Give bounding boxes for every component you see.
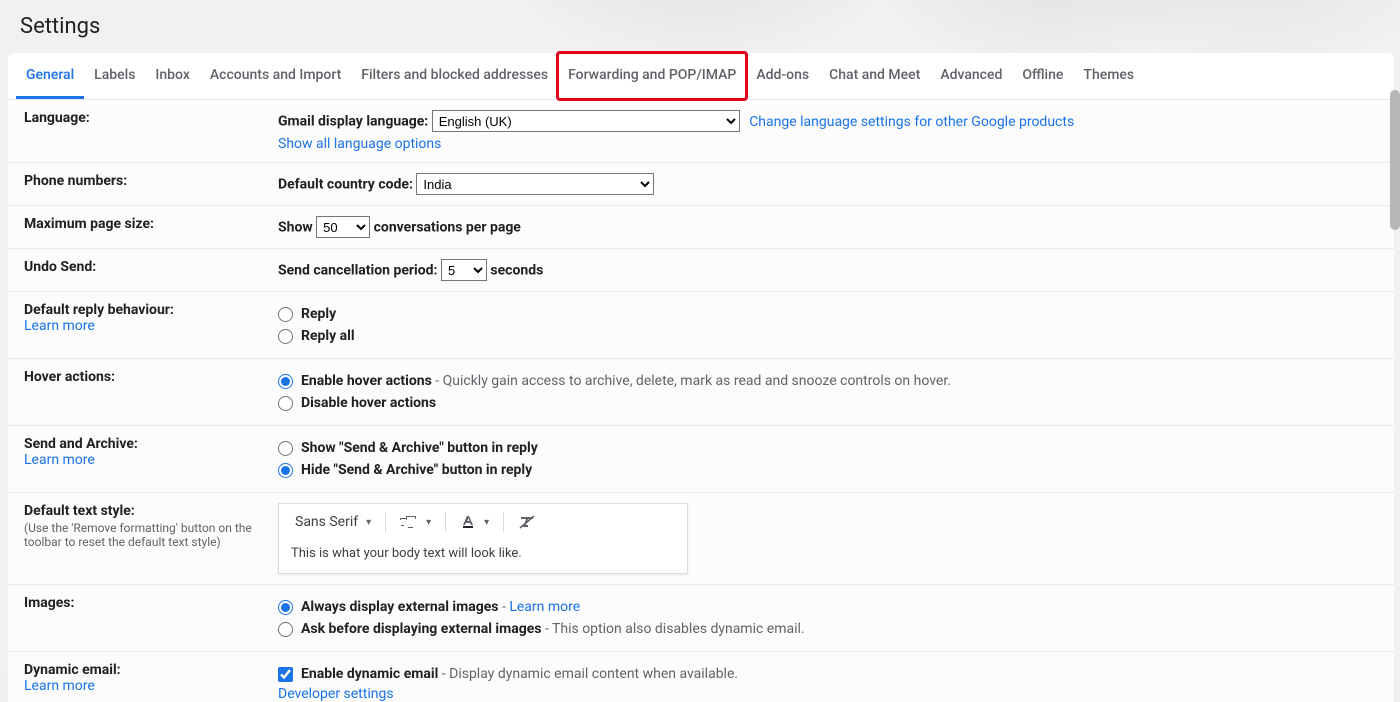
archive-show-radio[interactable] xyxy=(278,441,293,456)
page-title: Settings xyxy=(8,12,1394,53)
remove-formatting-button[interactable] xyxy=(512,512,542,532)
reply-learn-more-link[interactable]: Learn more xyxy=(24,318,95,334)
row-dynamic: Dynamic email: Learn more Enable dynamic… xyxy=(8,652,1394,702)
images-ask-desc: - This option also disables dynamic emai… xyxy=(541,621,804,637)
font-family-label: Sans Serif xyxy=(295,514,358,530)
images-ask-label: Ask before displaying external images xyxy=(301,621,541,637)
tab-addons[interactable]: Add-ons xyxy=(746,53,819,99)
undo-period-label: Send cancellation period: xyxy=(278,263,437,279)
row-phone: Phone numbers: Default country code: Ind… xyxy=(8,163,1394,206)
text-color-picker[interactable] xyxy=(454,512,495,532)
display-language-select[interactable]: English (UK) xyxy=(432,110,740,132)
undo-period-select[interactable]: 5 xyxy=(441,259,487,281)
reply-option-label: Reply xyxy=(301,304,336,324)
toolbar-separator xyxy=(445,512,446,532)
row-undo: Undo Send: Send cancellation period: 5 s… xyxy=(8,249,1394,292)
replyall-option-label: Reply all xyxy=(301,326,355,346)
hover-disable-label: Disable hover actions xyxy=(301,393,436,413)
change-language-link[interactable]: Change language settings for other Googl… xyxy=(749,114,1074,130)
replyall-radio[interactable] xyxy=(278,329,293,344)
show-all-languages-link[interactable]: Show all language options xyxy=(278,136,441,152)
dynamic-enable-label: Enable dynamic email xyxy=(301,666,438,682)
images-ask-radio[interactable] xyxy=(278,622,293,637)
font-family-picker[interactable]: Sans Serif xyxy=(289,512,377,532)
phone-label: Phone numbers: xyxy=(8,173,278,195)
archive-learn-more-link[interactable]: Learn more xyxy=(24,452,95,468)
text-style-label: Default text style: xyxy=(24,503,268,519)
page-size-per: conversations per page xyxy=(374,220,521,236)
hover-enable-desc: - Quickly gain access to archive, delete… xyxy=(432,373,951,389)
text-color-icon xyxy=(460,514,476,530)
text-style-preview: This is what your body text will look li… xyxy=(279,540,687,573)
tab-labels[interactable]: Labels xyxy=(84,53,145,99)
undo-seconds: seconds xyxy=(490,263,543,279)
page-size-show: Show xyxy=(278,220,313,236)
row-page-size: Maximum page size: Show 50 conversations… xyxy=(8,206,1394,249)
toolbar-separator xyxy=(385,512,386,532)
settings-tabs: General Labels Inbox Accounts and Import… xyxy=(8,53,1394,99)
page-size-label: Maximum page size: xyxy=(8,216,278,238)
row-reply: Default reply behaviour: Learn more Repl… xyxy=(8,292,1394,359)
country-code-select[interactable]: India xyxy=(416,173,654,195)
scrollbar-thumb[interactable] xyxy=(1390,90,1400,230)
images-label: Images: xyxy=(8,595,278,641)
country-code-label: Default country code: xyxy=(278,177,413,193)
font-size-picker[interactable] xyxy=(394,512,437,532)
language-label: Language: xyxy=(8,110,278,152)
reply-label: Default reply behaviour: xyxy=(24,302,268,318)
remove-formatting-icon xyxy=(518,514,536,530)
hover-label: Hover actions: xyxy=(8,369,278,415)
archive-show-label: Show "Send & Archive" button in reply xyxy=(301,438,538,458)
tab-accounts[interactable]: Accounts and Import xyxy=(200,53,351,99)
tab-forwarding[interactable]: Forwarding and POP/IMAP xyxy=(558,53,746,99)
display-language-label: Gmail display language: xyxy=(278,114,428,130)
developer-settings-link[interactable]: Developer settings xyxy=(278,686,394,702)
row-language: Language: Gmail display language: Englis… xyxy=(8,100,1394,163)
dynamic-label: Dynamic email: xyxy=(24,662,268,678)
hover-enable-radio[interactable] xyxy=(278,374,293,389)
page-size-select[interactable]: 50 xyxy=(316,216,370,238)
row-images: Images: Always display external images -… xyxy=(8,585,1394,652)
tab-offline[interactable]: Offline xyxy=(1012,53,1073,99)
tab-inbox[interactable]: Inbox xyxy=(145,53,199,99)
archive-label: Send and Archive: xyxy=(24,436,268,452)
tab-advanced[interactable]: Advanced xyxy=(930,53,1012,99)
text-style-box: Sans Serif xyxy=(278,503,688,574)
tab-general[interactable]: General xyxy=(16,53,84,99)
tab-chat[interactable]: Chat and Meet xyxy=(819,53,930,99)
tab-themes[interactable]: Themes xyxy=(1073,53,1144,99)
archive-hide-radio[interactable] xyxy=(278,463,293,478)
dynamic-enable-checkbox[interactable] xyxy=(278,667,293,682)
images-learn-more-link[interactable]: Learn more xyxy=(509,599,580,615)
hover-enable-label: Enable hover actions xyxy=(301,373,432,389)
row-archive: Send and Archive: Learn more Show "Send … xyxy=(8,426,1394,493)
text-size-icon xyxy=(400,514,418,530)
hover-disable-radio[interactable] xyxy=(278,396,293,411)
undo-label: Undo Send: xyxy=(8,259,278,281)
row-hover: Hover actions: Enable hover actions - Qu… xyxy=(8,359,1394,426)
tab-filters[interactable]: Filters and blocked addresses xyxy=(351,53,558,99)
images-always-radio[interactable] xyxy=(278,600,293,615)
text-style-hint: (Use the 'Remove formatting' button on t… xyxy=(24,521,268,549)
images-always-label: Always display external images xyxy=(301,599,498,615)
reply-radio[interactable] xyxy=(278,307,293,322)
toolbar-separator xyxy=(503,512,504,532)
row-text-style: Default text style: (Use the 'Remove for… xyxy=(8,493,1394,585)
dynamic-learn-more-link[interactable]: Learn more xyxy=(24,678,95,694)
archive-hide-label: Hide "Send & Archive" button in reply xyxy=(301,460,532,480)
dynamic-enable-desc: - Display dynamic email content when ava… xyxy=(438,666,738,682)
